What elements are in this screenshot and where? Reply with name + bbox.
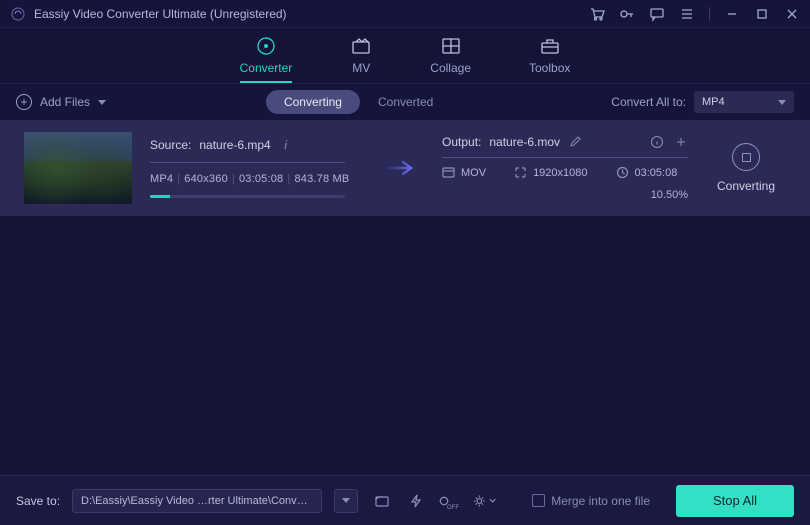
source-filename: nature-6.mp4	[199, 138, 270, 152]
close-icon[interactable]	[784, 6, 800, 22]
divider	[709, 7, 710, 21]
progress-percent: 10.50%	[442, 189, 688, 201]
chevron-down-icon	[778, 100, 786, 105]
save-path-input[interactable]: D:\Eassiy\Eassiy Video …rter Ultimate\Co…	[72, 489, 322, 513]
select-value: MP4	[702, 96, 725, 108]
task-action: Converting	[706, 143, 786, 193]
task-status-label: Converting	[717, 179, 775, 193]
feedback-icon[interactable]	[649, 6, 665, 22]
progress-fill	[150, 195, 170, 198]
save-path-dropdown[interactable]	[334, 489, 358, 513]
task-list: Source: nature-6.mp4 i MP4|640x360|03:05…	[0, 120, 810, 216]
tab-label: Collage	[430, 61, 471, 75]
plus-icon: +	[16, 94, 32, 110]
converter-icon	[255, 35, 277, 57]
titlebar: Eassiy Video Converter Ultimate (Unregis…	[0, 0, 810, 28]
output-filename: nature-6.mov	[489, 135, 560, 149]
save-path-value: D:\Eassiy\Eassiy Video …rter Ultimate\Co…	[81, 495, 313, 507]
tab-label: Converter	[240, 61, 293, 75]
convert-all-control: Convert All to: MP4	[611, 91, 794, 113]
toolbar: + Add Files Converting Converted Convert…	[0, 84, 810, 120]
output-line: Output: nature-6.mov	[442, 135, 688, 149]
src-resolution: 640x360	[184, 173, 228, 185]
collage-icon	[440, 35, 462, 57]
out-resolution: 1920x1080	[533, 167, 587, 179]
settings-button[interactable]	[472, 489, 496, 513]
plus-icon[interactable]	[674, 135, 688, 149]
out-duration-spec: 03:05:08	[616, 166, 678, 179]
tab-label: MV	[352, 61, 370, 75]
seg-converting-button[interactable]: Converting	[266, 90, 360, 114]
tab-converter[interactable]: Converter	[240, 35, 293, 83]
stop-icon	[742, 153, 751, 162]
titlebar-left: Eassiy Video Converter Ultimate (Unregis…	[10, 6, 287, 22]
output-specs: MOV 1920x1080 03:05:08	[442, 166, 688, 179]
open-folder-button[interactable]	[370, 489, 394, 513]
add-files-label: Add Files	[40, 95, 90, 109]
seg-converted-button[interactable]: Converted	[360, 90, 451, 114]
empty-area	[0, 216, 810, 475]
progress-bar	[150, 195, 345, 198]
bottom-tool-icons: OFF	[370, 489, 496, 513]
toolbox-icon	[539, 35, 561, 57]
src-size: 843.78 MB	[294, 173, 349, 185]
stop-task-button[interactable]	[732, 143, 760, 171]
status-segment: Converting Converted	[266, 90, 451, 114]
tab-mv[interactable]: MV	[350, 35, 372, 83]
merge-label: Merge into one file	[551, 494, 650, 508]
app-logo-icon	[10, 6, 26, 22]
src-duration: 03:05:08	[239, 173, 283, 185]
src-format: MP4	[150, 173, 173, 185]
flash-button[interactable]	[404, 489, 428, 513]
key-icon[interactable]	[619, 6, 635, 22]
task-row: Source: nature-6.mp4 i MP4|640x360|03:05…	[0, 120, 810, 216]
source-prefix: Source:	[150, 138, 191, 152]
tab-collage[interactable]: Collage	[430, 35, 471, 83]
source-column: Source: nature-6.mp4 i MP4|640x360|03:05…	[150, 138, 360, 198]
output-column: Output: nature-6.mov MOV 1920x1080	[442, 135, 688, 201]
maximize-icon[interactable]	[754, 6, 770, 22]
output-prefix: Output:	[442, 135, 481, 149]
out-format-spec: MOV	[442, 166, 486, 179]
bottombar: Save to: D:\Eassiy\Eassiy Video …rter Ul…	[0, 475, 810, 525]
cart-icon[interactable]	[589, 6, 605, 22]
source-line: Source: nature-6.mp4 i	[150, 138, 360, 152]
source-meta: MP4|640x360|03:05:08|843.78 MB	[150, 173, 360, 185]
arrow-icon	[378, 158, 424, 178]
out-format: MOV	[461, 167, 486, 179]
out-resolution-spec: 1920x1080	[514, 166, 587, 179]
edit-icon[interactable]	[568, 135, 582, 149]
minimize-icon[interactable]	[724, 6, 740, 22]
gpu-toggle-button[interactable]: OFF	[438, 489, 462, 513]
tab-toolbox[interactable]: Toolbox	[529, 35, 570, 83]
divider	[150, 162, 345, 163]
mv-icon	[350, 35, 372, 57]
checkbox-icon	[532, 494, 545, 507]
tab-label: Toolbox	[529, 61, 570, 75]
titlebar-right	[589, 6, 800, 22]
video-thumbnail[interactable]	[24, 132, 132, 204]
info-icon[interactable]: i	[279, 138, 293, 152]
chevron-down-icon	[342, 498, 350, 503]
saveto-label: Save to:	[16, 494, 60, 508]
info-circle-icon[interactable]	[650, 135, 664, 149]
output-format-select[interactable]: MP4	[694, 91, 794, 113]
divider	[442, 157, 688, 158]
output-actions	[650, 135, 688, 149]
out-duration: 03:05:08	[635, 167, 678, 179]
stop-all-button[interactable]: Stop All	[676, 485, 794, 517]
convert-all-label: Convert All to:	[611, 95, 686, 109]
main-nav: Converter MV Collage Toolbox	[0, 28, 810, 84]
add-files-button[interactable]: + Add Files	[16, 94, 106, 110]
chevron-down-icon	[98, 100, 106, 105]
menu-icon[interactable]	[679, 6, 695, 22]
merge-checkbox[interactable]: Merge into one file	[532, 494, 650, 508]
window-title: Eassiy Video Converter Ultimate (Unregis…	[34, 7, 287, 21]
